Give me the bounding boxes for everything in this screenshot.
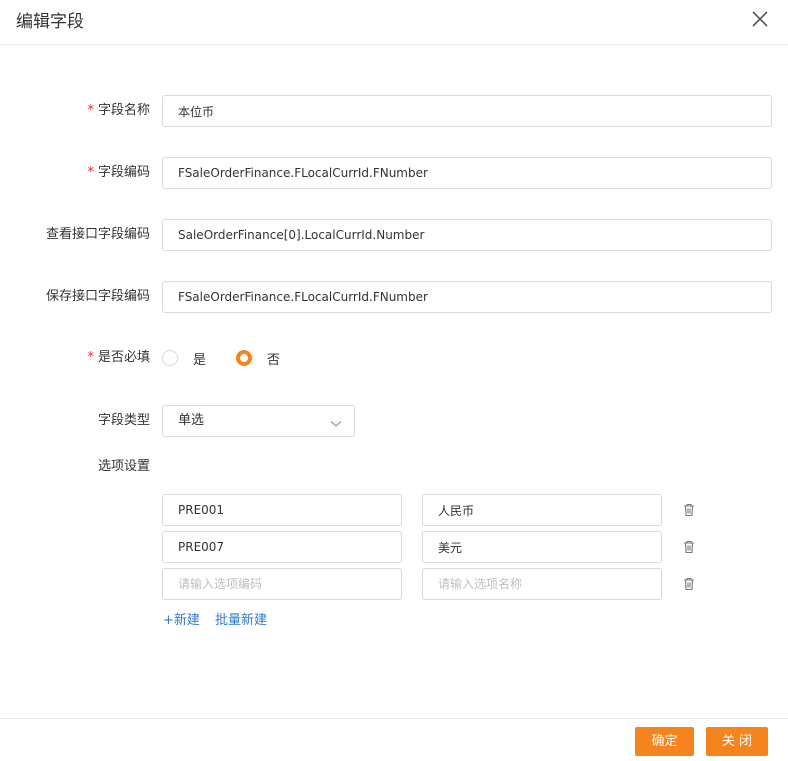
option-code-input[interactable] [162, 531, 402, 563]
option-name-input[interactable] [422, 568, 662, 600]
radio-yes[interactable]: 是 [162, 348, 206, 368]
radio-no-label: 否 [267, 352, 281, 368]
field-type-label: 字段类型 [97, 413, 150, 428]
field-code-label: * 字段编码 [0, 157, 150, 189]
is-required-label: * 是否必填 [0, 342, 150, 374]
view-api-code-input[interactable] [162, 219, 772, 251]
options-setting-label: 选项设置 [97, 459, 150, 474]
required-mark: * [87, 350, 94, 365]
radio-no[interactable]: 否 [236, 348, 280, 368]
close-icon[interactable] [748, 7, 772, 31]
option-code-input[interactable] [162, 494, 402, 526]
field-name-label-text: 字段名称 [97, 103, 150, 118]
confirm-button[interactable]: 确定 [635, 727, 694, 756]
option-name-input[interactable] [422, 494, 662, 526]
dialog-header: 编辑字段 [0, 0, 788, 45]
radio-yes-circle[interactable] [162, 350, 178, 366]
trash-icon[interactable] [682, 503, 696, 517]
batch-add-option-link[interactable]: 批量新建 [215, 612, 267, 630]
chevron-down-icon [330, 417, 342, 432]
field-name-input[interactable] [162, 95, 772, 127]
view-api-code-label: 查看接口字段编码 [45, 227, 150, 242]
option-code-input[interactable] [162, 568, 402, 600]
radio-yes-label: 是 [193, 352, 207, 368]
save-api-code-label: 保存接口字段编码 [45, 289, 150, 304]
save-api-code-input[interactable] [162, 281, 772, 313]
field-type-select[interactable]: 单选 [162, 405, 355, 437]
field-code-input[interactable] [162, 157, 772, 189]
required-mark: * [87, 165, 94, 180]
close-button[interactable]: 关 闭 [706, 727, 768, 756]
field-type-value: 单选 [178, 413, 205, 428]
field-name-label: * 字段名称 [0, 95, 150, 127]
is-required-label-text: 是否必填 [97, 350, 150, 365]
option-name-input[interactable] [422, 531, 662, 563]
trash-icon[interactable] [682, 540, 696, 554]
dialog-title: 编辑字段 [16, 12, 84, 32]
trash-icon[interactable] [682, 577, 696, 591]
field-code-label-text: 字段编码 [97, 165, 150, 180]
add-option-link[interactable]: +新建 [163, 612, 200, 630]
radio-no-circle[interactable] [236, 350, 252, 366]
required-mark: * [87, 103, 94, 118]
